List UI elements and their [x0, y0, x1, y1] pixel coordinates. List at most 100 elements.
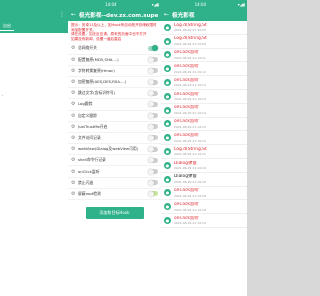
setting-label: JustTrustMe开启	[78, 123, 108, 129]
setting-row[interactable]: ⚙ 配置复原(MD5,SHA....)	[68, 55, 161, 66]
log-entry[interactable]: ● onClick监听 2021-06-29 21:19:15	[161, 131, 247, 146]
toggle-switch[interactable]	[148, 79, 158, 86]
setting-label: 跳过文字(含标识符号)	[78, 90, 116, 96]
log-entry[interactable]: ● onClick监听 2021-06-29 21:19:14	[161, 90, 247, 104]
toggle-switch[interactable]	[148, 179, 158, 186]
arrow-back-icon[interactable]: ←	[71, 11, 76, 18]
setting-row[interactable]: ⚙ 加密复原(AES,DES,RSA....)	[68, 77, 161, 89]
setting-label: 文件访问记录	[78, 134, 101, 140]
gear-icon: ⚙	[71, 112, 76, 119]
gear-icon: ⚙	[71, 134, 76, 141]
toggle-switch[interactable]	[148, 67, 158, 74]
log-text: onClick监听 2021-06-29 21:19:11	[174, 50, 206, 60]
arrow-back-icon[interactable]: ←	[164, 11, 169, 18]
log-bullet-icon: ●	[164, 161, 171, 169]
log-text: Dialog弹窗 2021-06-29 21:19:16	[174, 174, 206, 184]
log-entry[interactable]: ● onClick监听 2021-06-29 21:19:14	[161, 104, 247, 118]
log-timestamp: 2021-06-29 21:19:12	[174, 69, 206, 74]
setting-row[interactable]: ⚙ 总网络开关	[68, 43, 161, 55]
log-text: onClick监听 2021-06-29 21:19:14	[174, 105, 206, 115]
toggle-switch[interactable]	[148, 101, 158, 108]
log-text: onClick监听 2021-06-29 21:19:15	[174, 133, 206, 143]
log-list: ● Log.d(String,St 2021-06-29 21:19:09 ● Log.…	[161, 21, 247, 228]
log-entry[interactable]: ● onClick监听 2021-06-29 21:19:15	[161, 118, 247, 132]
log-text: onClick监听 2021-06-29 21:19:15	[174, 119, 206, 129]
toggle-switch[interactable]	[148, 157, 158, 164]
warning-line: 提示：安卓11及以上，如Hook所自动拓开存储权限时	[71, 23, 157, 27]
add-hook-button[interactable]: 添加和目标Hook	[85, 207, 144, 219]
log-entry[interactable]: ● onClick监听 2021-06-29 21:19:12	[161, 62, 247, 77]
gear-icon: ⚙	[71, 179, 76, 186]
setting-label: 禁止闪退	[78, 179, 94, 185]
setting-row[interactable]: ⚙ 文件访问记录	[68, 133, 161, 145]
setting-row[interactable]: ⚙ 禁止闪退	[68, 178, 161, 189]
log-bullet-icon: ●	[164, 203, 171, 211]
log-entry[interactable]: ● Dialog弹窗 2021-06-29 21:19:16	[161, 159, 247, 173]
setting-row[interactable]: ⚙ 自定义跟踪	[68, 111, 161, 122]
gear-icon: ⚙	[71, 45, 76, 52]
log-entry[interactable]: ● onClick监听 2021-06-29 21:19:13	[161, 76, 247, 90]
tab-autostart[interactable]: 自启	[0, 23, 14, 31]
toggle-switch[interactable]	[148, 168, 158, 175]
setting-row[interactable]: ⚙ JustTrustMe开启	[68, 122, 161, 133]
right-appbar: ← 极光影视	[161, 8, 247, 21]
right-status-icons: ▾◢▮	[237, 1, 245, 7]
log-bullet-icon: ●	[164, 175, 171, 183]
setting-row[interactable]: ⚙ 字符转换复原(Hmac)	[68, 66, 161, 77]
log-entry[interactable]: ● onClick监听 2021-06-29 21:19:18	[161, 200, 247, 215]
log-bullet-icon: ●	[164, 51, 171, 59]
more-vert-icon[interactable]: ⋮	[59, 11, 65, 18]
log-entry[interactable]: ● Log.d(String,St 2021-06-29 21:19:09	[161, 21, 247, 35]
log-entry[interactable]: ● onClick监听 2021-06-29 21:19:18	[161, 187, 247, 201]
toggle-switch[interactable]	[148, 146, 158, 153]
left-appbar: ⋮	[0, 8, 68, 21]
setting-row[interactable]: ⚙ webView(Dialog及webView可用)	[68, 144, 161, 156]
setting-label: Log跟踪	[78, 101, 93, 107]
toggle-switch[interactable]	[148, 90, 158, 97]
toggle-switch[interactable]	[148, 190, 158, 197]
left-tabs: 自启	[0, 21, 68, 33]
toggle-switch[interactable]	[148, 134, 158, 141]
log-entry[interactable]: ● Dialog弹窗 2021-06-29 21:19:16	[161, 173, 247, 187]
log-timestamp: 2021-06-29 21:19:16	[174, 179, 206, 184]
log-bullet-icon: ●	[164, 120, 171, 128]
log-text: onClick监听 2021-06-29 21:19:12	[174, 64, 206, 74]
log-timestamp: 2021-06-29 21:19:09	[174, 28, 206, 33]
log-page-title: 极光影视	[172, 12, 195, 19]
log-bullet-icon: ●	[164, 65, 171, 73]
middle-status-icons: ▾◢▮	[151, 1, 159, 7]
toggle-switch[interactable]	[148, 56, 158, 63]
left-body-text: ·	[2, 93, 4, 98]
toggle-switch[interactable]	[148, 45, 158, 52]
log-timestamp: 2021-06-29 21:19:11	[174, 55, 206, 60]
toggle-switch[interactable]	[148, 112, 158, 119]
log-text: Dialog弹窗 2021-06-29 21:19:16	[174, 161, 206, 171]
log-bullet-icon: ●	[164, 106, 171, 114]
log-text: onClick监听 2021-06-29 21:19:14	[174, 92, 206, 102]
setting-label: 屏蔽root检测	[78, 190, 101, 196]
gear-icon: ⚙	[71, 67, 76, 74]
log-timestamp: 2021-06-29 21:19:09	[174, 41, 206, 46]
setting-label: shell命令行记录	[78, 157, 106, 163]
log-bullet-icon: ●	[164, 79, 171, 87]
warning-notice: 提示：安卓11及以上，如Hook所自动拓开存储权限时 添加配置开关。 请在设置，…	[68, 21, 161, 44]
log-entry[interactable]: ● Log.d(String,St 2021-06-29 21:19:15	[161, 145, 247, 159]
gear-icon: ⚙	[71, 190, 76, 197]
setting-label: 总网络开关	[78, 45, 97, 51]
log-bullet-icon: ●	[164, 189, 171, 197]
log-timestamp: 2021-06-29 21:19:18	[174, 207, 206, 212]
log-entry[interactable]: ● Log.d(String,St 2021-06-29 21:19:09	[161, 35, 247, 49]
log-timestamp: 2021-06-29 21:19:15	[174, 124, 206, 129]
log-entry[interactable]: ● onClick监听 2021-06-29 21:19:11	[161, 49, 247, 63]
log-timestamp: 2021-06-29 21:19:19	[174, 221, 206, 226]
setting-row[interactable]: ⚙ onClick监听	[68, 166, 161, 178]
log-timestamp: 2021-06-29 21:19:18	[174, 193, 206, 198]
toggle-switch[interactable]	[148, 123, 158, 130]
setting-row[interactable]: ⚙ shell命令行记录	[68, 155, 161, 167]
setting-row[interactable]: ⚙ Log跟踪	[68, 99, 161, 111]
log-bullet-icon: ●	[164, 134, 171, 142]
gear-icon: ⚙	[71, 168, 76, 175]
setting-row[interactable]: ⚙ 屏蔽root检测	[68, 189, 161, 200]
setting-row[interactable]: ⚙ 跳过文字(含标识符号)	[68, 88, 161, 100]
log-entry[interactable]: ● onClick监听 2021-06-29 21:19:19	[161, 214, 247, 228]
